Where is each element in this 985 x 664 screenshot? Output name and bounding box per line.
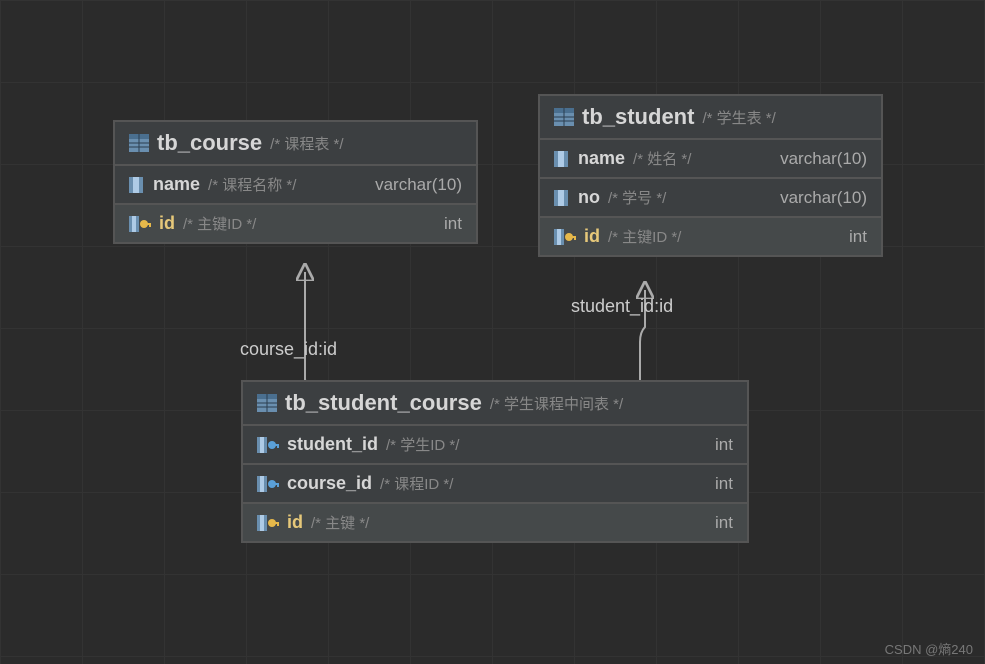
column-name: no (578, 187, 600, 208)
column-type: int (715, 435, 733, 455)
column-comment: /* 学号 */ (608, 187, 772, 208)
column-name: id (287, 512, 303, 533)
entity-comment: /* 学生课程中间表 */ (490, 393, 623, 414)
relation-label-course: course_id:id (240, 339, 337, 360)
entity-title: tb_course (157, 130, 262, 156)
entity-header: tb_course /* 课程表 */ (115, 122, 476, 166)
table-icon (257, 394, 277, 412)
entity-tb-student-course[interactable]: tb_student_course /* 学生课程中间表 */ student_… (241, 380, 749, 543)
entity-tb-course[interactable]: tb_course /* 课程表 */ name /* 课程名称 */ varc… (113, 120, 478, 244)
column-row[interactable]: id /* 主键ID */ int (115, 205, 476, 242)
entity-comment: /* 学生表 */ (702, 107, 775, 128)
column-comment: /* 学生ID */ (386, 434, 707, 455)
foreign-key-icon (257, 476, 279, 492)
column-type: int (715, 474, 733, 494)
column-comment: /* 课程ID */ (380, 473, 707, 494)
column-row[interactable]: id /* 主键 */ int (243, 504, 747, 541)
column-comment: /* 主键ID */ (183, 213, 436, 234)
column-comment: /* 主键 */ (311, 512, 707, 533)
column-comment: /* 姓名 */ (633, 148, 772, 169)
entity-header: tb_student_course /* 学生课程中间表 */ (243, 382, 747, 426)
column-type: int (444, 214, 462, 234)
primary-key-icon (257, 515, 279, 531)
entity-comment: /* 课程表 */ (270, 133, 343, 154)
column-name: student_id (287, 434, 378, 455)
column-type: varchar(10) (780, 188, 867, 208)
column-type: varchar(10) (375, 175, 462, 195)
column-name: id (584, 226, 600, 247)
column-row[interactable]: course_id /* 课程ID */ int (243, 465, 747, 504)
entity-header: tb_student /* 学生表 */ (540, 96, 881, 140)
primary-key-icon (129, 216, 151, 232)
column-icon (554, 190, 570, 206)
column-row[interactable]: name /* 课程名称 */ varchar(10) (115, 166, 476, 205)
column-name: name (578, 148, 625, 169)
entity-title: tb_student_course (285, 390, 482, 416)
column-comment: /* 主键ID */ (608, 226, 841, 247)
column-name: name (153, 174, 200, 195)
column-row[interactable]: name /* 姓名 */ varchar(10) (540, 140, 881, 179)
column-row[interactable]: no /* 学号 */ varchar(10) (540, 179, 881, 218)
column-icon (554, 151, 570, 167)
entity-tb-student[interactable]: tb_student /* 学生表 */ name /* 姓名 */ varch… (538, 94, 883, 257)
primary-key-icon (554, 229, 576, 245)
column-name: id (159, 213, 175, 234)
table-icon (129, 134, 149, 152)
column-name: course_id (287, 473, 372, 494)
relation-label-student: student_id:id (571, 296, 673, 317)
entity-title: tb_student (582, 104, 694, 130)
column-row[interactable]: student_id /* 学生ID */ int (243, 426, 747, 465)
watermark: CSDN @熵240 (885, 639, 973, 658)
foreign-key-icon (257, 437, 279, 453)
column-comment: /* 课程名称 */ (208, 174, 367, 195)
column-type: int (849, 227, 867, 247)
column-row[interactable]: id /* 主键ID */ int (540, 218, 881, 255)
column-type: int (715, 513, 733, 533)
column-icon (129, 177, 145, 193)
column-type: varchar(10) (780, 149, 867, 169)
table-icon (554, 108, 574, 126)
